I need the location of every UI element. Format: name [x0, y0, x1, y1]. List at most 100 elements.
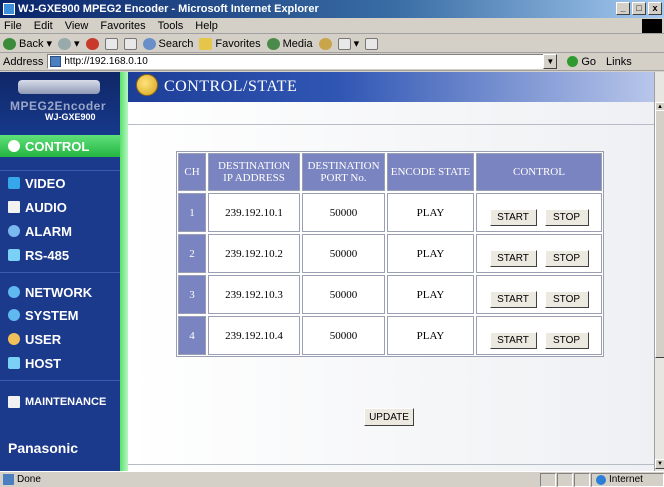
- product-brand: MPEG2Encoder WJ-GXE900: [0, 72, 120, 138]
- start-button[interactable]: START: [489, 291, 537, 308]
- sidebar-item-audio[interactable]: AUDIO: [0, 196, 120, 218]
- favorites-label: Favorites: [215, 37, 261, 50]
- system-gear-icon: [8, 309, 20, 321]
- search-button[interactable]: Search: [142, 37, 194, 50]
- main-panel: CONTROL/STATE CH DESTINATION IP ADDRESS D…: [128, 72, 654, 471]
- encode-state: PLAY: [387, 234, 474, 273]
- page-content: MPEG2Encoder WJ-GXE900 CONTROL VIDEO AUD…: [0, 72, 654, 471]
- microphone-icon: [8, 201, 20, 213]
- channel-number: 4: [178, 316, 206, 355]
- print-button[interactable]: [365, 37, 379, 50]
- menu-help[interactable]: Help: [195, 20, 218, 32]
- menu-edit[interactable]: Edit: [34, 20, 53, 32]
- sidebar-item-maintenance[interactable]: MAINTENANCE: [0, 391, 120, 413]
- product-model: WJ-GXE900: [45, 112, 96, 122]
- favorites-button[interactable]: Favorites: [199, 37, 261, 50]
- sidebar-item-label: USER: [25, 331, 62, 347]
- control-hand-icon: [136, 74, 158, 96]
- control-cell: START STOP: [476, 234, 602, 273]
- channel-number: 3: [178, 275, 206, 314]
- sidebar-item-host[interactable]: HOST: [0, 352, 120, 374]
- destination-ip: 239.192.10.4: [208, 316, 300, 355]
- go-arrow-icon: [567, 56, 579, 67]
- sidebar-item-user[interactable]: USER: [0, 328, 120, 350]
- sidebar-item-system[interactable]: SYSTEM: [0, 304, 120, 326]
- minimize-button[interactable]: _: [616, 2, 630, 15]
- media-label: Media: [282, 37, 313, 50]
- stop-button[interactable]: STOP: [544, 250, 589, 267]
- table-row: 3 239.192.10.3 50000 PLAY START STOP: [177, 274, 603, 315]
- start-button[interactable]: START: [489, 250, 537, 267]
- close-button[interactable]: x: [648, 2, 662, 15]
- encode-state: PLAY: [387, 316, 474, 355]
- address-field[interactable]: http://192.168.0.10: [47, 54, 558, 69]
- menu-file[interactable]: File: [4, 20, 22, 32]
- back-button[interactable]: Back ▾: [3, 37, 52, 50]
- sidebar-item-label: RS-485: [25, 247, 70, 263]
- sidebar-item-network[interactable]: NETWORK: [0, 281, 120, 303]
- menu-view[interactable]: View: [65, 20, 89, 32]
- mail-button[interactable]: ▾: [337, 37, 359, 50]
- media-button[interactable]: Media: [266, 37, 313, 50]
- address-url: http://192.168.0.10: [64, 56, 148, 67]
- back-arrow-icon: [3, 37, 16, 50]
- stop-button[interactable]: STOP: [544, 291, 589, 308]
- stop-button[interactable]: STOP: [544, 209, 589, 226]
- control-cell: START STOP: [476, 316, 602, 355]
- destination-port: 50000: [302, 193, 385, 232]
- history-button[interactable]: [318, 37, 332, 50]
- address-dropdown-button[interactable]: ▼: [543, 54, 558, 69]
- go-label: Go: [581, 55, 597, 68]
- encode-state: PLAY: [387, 193, 474, 232]
- toolbar: Back ▾ ▾ Search Favorites Media ▾: [0, 35, 664, 53]
- header-control: CONTROL: [476, 153, 602, 191]
- product-line: MPEG2Encoder: [10, 99, 107, 113]
- globe-icon: [596, 474, 606, 485]
- links-button[interactable]: Links: [606, 56, 632, 68]
- sidebar: MPEG2Encoder WJ-GXE900 CONTROL VIDEO AUD…: [0, 72, 120, 471]
- sidebar-item-video[interactable]: VIDEO: [0, 172, 120, 194]
- refresh-button[interactable]: [104, 37, 118, 50]
- header-ch: CH: [178, 153, 206, 191]
- forward-button[interactable]: ▾: [58, 37, 80, 50]
- search-label: Search: [158, 37, 194, 50]
- page-header: CONTROL/STATE: [128, 72, 654, 102]
- window-title: WJ-GXE900 MPEG2 Encoder - Microsoft Inte…: [18, 3, 319, 15]
- control-cell: START STOP: [476, 275, 602, 314]
- scrollbar-thumb[interactable]: [655, 110, 664, 358]
- sidebar-item-label: SYSTEM: [25, 307, 79, 323]
- table-row: 1 239.192.10.1 50000 PLAY START STOP: [177, 192, 603, 233]
- scroll-down-arrow-icon[interactable]: ▼: [655, 459, 664, 469]
- channel-number: 2: [178, 234, 206, 273]
- host-computer-icon: [8, 357, 20, 369]
- sidebar-item-label: CONTROL: [25, 138, 90, 154]
- search-icon: [142, 37, 156, 50]
- maximize-button[interactable]: □: [632, 2, 646, 15]
- channel-table: CH DESTINATION IP ADDRESS DESTINATION PORT…: [176, 151, 604, 357]
- sidebar-item-label: NETWORK: [25, 284, 93, 300]
- stop-nav-button[interactable]: [85, 37, 99, 50]
- destination-port: 50000: [302, 275, 385, 314]
- home-button[interactable]: [123, 37, 137, 50]
- destination-ip: 239.192.10.1: [208, 193, 300, 232]
- menu-favorites[interactable]: Favorites: [100, 20, 145, 32]
- sidebar-item-rs485[interactable]: RS-485: [0, 244, 120, 266]
- sidebar-item-label: AUDIO: [25, 199, 67, 215]
- header-destination-ip: DESTINATION IP ADDRESS: [208, 153, 300, 191]
- table-row: 2 239.192.10.2 50000 PLAY START STOP: [177, 233, 603, 274]
- sidebar-item-control[interactable]: CONTROL: [0, 135, 120, 157]
- wrench-icon: [8, 396, 20, 408]
- menu-tools[interactable]: Tools: [158, 20, 184, 32]
- stop-button[interactable]: STOP: [544, 332, 589, 349]
- network-icon: [8, 286, 20, 298]
- vertical-scrollbar[interactable]: ▲ ▼: [654, 72, 664, 471]
- sidebar-item-alarm[interactable]: ALARM: [0, 220, 120, 242]
- address-label: Address: [3, 55, 44, 68]
- header-destination-port: DESTINATION PORT No.: [302, 153, 385, 191]
- browser-window: WJ-GXE900 MPEG2 Encoder - Microsoft Inte…: [0, 0, 664, 487]
- go-button[interactable]: Go: [567, 56, 596, 68]
- start-button[interactable]: START: [489, 332, 537, 349]
- update-button[interactable]: UPDATE: [364, 408, 414, 426]
- home-icon: [123, 37, 137, 50]
- start-button[interactable]: START: [489, 209, 537, 226]
